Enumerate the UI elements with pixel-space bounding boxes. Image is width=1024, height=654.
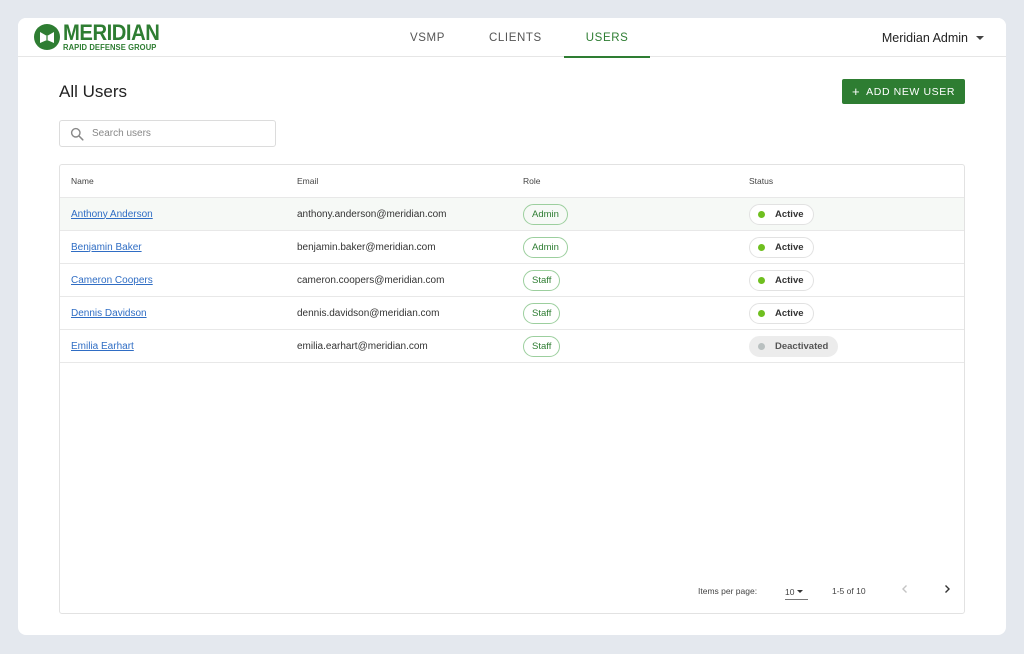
role-badge: Staff: [523, 302, 561, 324]
user-name-link[interactable]: Emilia Earhart: [71, 341, 134, 352]
previous-page-icon[interactable]: [898, 582, 912, 596]
column-header-name[interactable]: Name: [60, 176, 286, 186]
status-dot-icon: [758, 210, 765, 218]
add-new-user-button[interactable]: + ADD NEW USER: [842, 79, 965, 104]
status-label: Active: [775, 274, 804, 286]
add-new-user-label: ADD NEW USER: [866, 85, 956, 98]
role-badge: Staff: [523, 335, 561, 357]
brand-tagline: RAPID DEFENSE GROUP: [63, 43, 157, 52]
user-name-link[interactable]: Anthony Anderson: [71, 209, 153, 220]
status-badge: Deactivated: [749, 335, 839, 357]
table-row[interactable]: Anthony Anderson anthony.anderson@meridi…: [60, 198, 964, 231]
status-badge: Active: [749, 236, 814, 258]
items-per-page-select[interactable]: 10: [785, 584, 808, 600]
search-box[interactable]: [59, 120, 276, 147]
pagination: Items per page: 10 1-5 of 10: [60, 573, 966, 613]
role-badge: Admin: [523, 236, 568, 258]
status-badge: Active: [749, 269, 814, 291]
user-menu[interactable]: Meridian Admin: [882, 18, 984, 57]
user-email: dennis.davidson@meridian.com: [297, 307, 440, 319]
brand-wordmark: MERIDIAN RAPID DEFENSE GROUP: [63, 22, 168, 52]
items-per-page-label: Items per page:: [698, 586, 758, 596]
status-dot-icon: [758, 243, 765, 251]
chevron-down-icon: [976, 35, 984, 40]
user-email: benjamin.baker@meridian.com: [297, 241, 436, 253]
role-badge: Admin: [523, 203, 568, 225]
status-badge: Active: [749, 302, 814, 324]
page-title: All Users: [59, 82, 128, 101]
status-label: Active: [775, 208, 804, 220]
tab-vsmp[interactable]: VSMP: [388, 18, 467, 57]
column-header-email[interactable]: Email: [286, 176, 512, 186]
status-dot-icon: [758, 309, 765, 317]
tab-users[interactable]: USERS: [563, 18, 651, 58]
brand-logo[interactable]: MERIDIAN RAPID DEFENSE GROUP: [34, 22, 168, 52]
table-row[interactable]: Benjamin Baker benjamin.baker@meridian.c…: [60, 231, 964, 264]
status-label: Deactivated: [775, 340, 829, 352]
table-header: Name Email Role Status: [60, 165, 964, 198]
plus-icon: +: [851, 84, 861, 99]
next-page-icon[interactable]: [940, 582, 954, 596]
status-dot-icon: [758, 342, 765, 350]
meridian-logo-icon: [34, 24, 60, 50]
tab-clients[interactable]: CLIENTS: [467, 18, 564, 57]
user-menu-label: Meridian Admin: [881, 30, 968, 45]
chevron-down-icon: [797, 590, 804, 593]
user-name-link[interactable]: Cameron Coopers: [71, 275, 153, 286]
app-window: MERIDIAN RAPID DEFENSE GROUP VSMP CLIENT…: [18, 18, 1006, 635]
items-per-page-value: 10: [785, 586, 795, 597]
status-label: Active: [775, 307, 804, 319]
search-input[interactable]: [92, 128, 262, 139]
table-row[interactable]: Dennis Davidson dennis.davidson@meridian…: [60, 297, 964, 330]
user-email: anthony.anderson@meridian.com: [297, 208, 447, 220]
user-email: emilia.earhart@meridian.com: [297, 340, 428, 352]
top-navigation-bar: MERIDIAN RAPID DEFENSE GROUP VSMP CLIENT…: [18, 18, 1006, 58]
user-email: cameron.coopers@meridian.com: [297, 274, 445, 286]
column-header-role[interactable]: Role: [512, 176, 738, 186]
user-name-link[interactable]: Benjamin Baker: [71, 242, 142, 253]
role-badge: Staff: [523, 269, 561, 291]
users-table: Name Email Role Status Anthony Anderson …: [59, 164, 965, 614]
status-dot-icon: [758, 276, 765, 284]
table-row[interactable]: Emilia Earhart emilia.earhart@meridian.c…: [60, 330, 964, 363]
pagination-range: 1-5 of 10: [832, 586, 866, 596]
main-nav-tabs: VSMP CLIENTS USERS: [388, 18, 651, 58]
status-label: Active: [775, 241, 804, 253]
user-name-link[interactable]: Dennis Davidson: [71, 308, 147, 319]
table-row[interactable]: Cameron Coopers cameron.coopers@meridian…: [60, 264, 964, 297]
brand-name: MERIDIAN: [63, 20, 160, 45]
search-icon: [70, 127, 84, 141]
column-header-status[interactable]: Status: [738, 176, 964, 186]
status-badge: Active: [749, 203, 814, 225]
